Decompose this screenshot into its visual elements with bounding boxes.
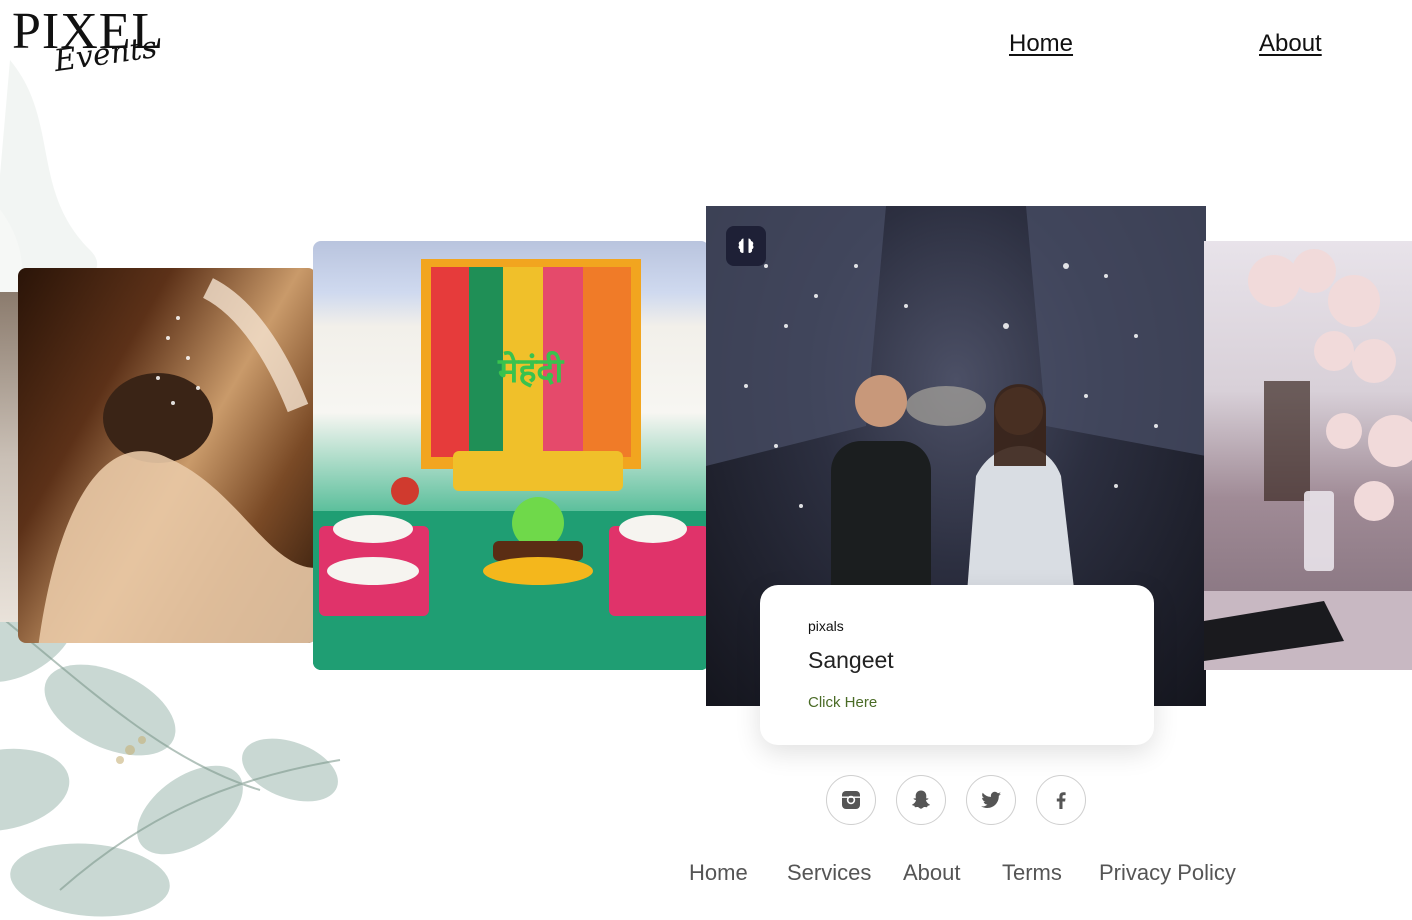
carousel-card-mehendi[interactable]: मेहंदी [313, 241, 709, 670]
carousel-card-haldi[interactable] [18, 268, 316, 643]
mehendi-sign: मेहंदी [498, 351, 564, 391]
snapchat-icon [912, 790, 930, 809]
snapchat-button[interactable] [896, 775, 946, 825]
facebook-button[interactable] [1036, 775, 1086, 825]
event-title: Sangeet [808, 647, 894, 673]
mehendi-photo [313, 259, 709, 670]
footer-terms-link[interactable]: Terms [1002, 860, 1062, 886]
carousel-card-peek[interactable] [0, 292, 18, 622]
instagram-icon [842, 791, 860, 809]
footer-services-link[interactable]: Services [787, 860, 871, 886]
click-here-link[interactable]: Click Here [808, 694, 877, 711]
twitter-icon [981, 791, 1001, 809]
facebook-icon [1056, 792, 1066, 809]
twitter-button[interactable] [966, 775, 1016, 825]
brain-icon [738, 238, 754, 253]
brand-logo[interactable]: PIXEL Events [12, 6, 242, 92]
instagram-button[interactable] [826, 775, 876, 825]
haldi-photo [38, 278, 316, 643]
carousel-card-reception[interactable] [1204, 241, 1412, 670]
footer-home-link[interactable]: Home [689, 860, 748, 886]
footer-privacy-link[interactable]: Privacy Policy [1099, 860, 1236, 886]
event-category: pixals [808, 618, 844, 634]
event-info-card: pixals Sangeet Click Here [760, 585, 1154, 745]
nav-home-link[interactable]: Home [1009, 30, 1073, 58]
category-badge[interactable] [726, 226, 766, 266]
reception-photo [1204, 249, 1412, 670]
nav-about-link[interactable]: About [1259, 30, 1322, 58]
footer-about-link[interactable]: About [903, 860, 961, 886]
